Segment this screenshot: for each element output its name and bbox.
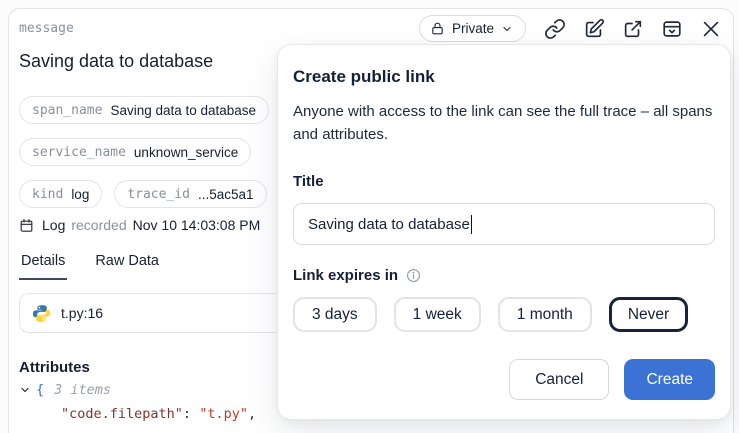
json-open-brace: { [36,382,44,398]
link-title-value: Saving data to database [308,216,470,233]
collapse-chevron-icon[interactable] [19,384,31,396]
json-separator: : [183,406,199,422]
close-icon [700,18,722,40]
text-caret [471,215,473,234]
create-button[interactable]: Create [624,359,715,400]
close-button[interactable] [698,16,724,42]
lock-icon [430,21,445,36]
create-public-link-dialog: Create public link Anyone with access to… [277,44,731,420]
chip-span-name[interactable]: span_name Saving data to database [19,96,269,124]
dialog-title: Create public link [293,67,715,87]
save-view-button[interactable] [659,16,685,42]
link-title-input[interactable]: Saving data to database [293,203,715,245]
open-in-new-button[interactable] [620,16,646,42]
json-trailing-comma: , [248,406,256,422]
edit-button[interactable] [581,16,607,42]
source-file-label: t.py:16 [61,305,103,321]
calendar-icon [19,218,36,233]
recorded-verb: recorded [71,217,126,233]
expires-label-row: Link expires in [293,267,715,284]
copy-link-icon [544,18,566,40]
copy-link-button[interactable] [542,16,568,42]
open-in-new-icon [622,18,644,40]
privacy-label: Private [452,21,494,36]
chevron-down-icon [501,23,513,35]
dialog-description: Anyone with access to the link can see t… [293,101,715,146]
json-value: "t.py" [199,406,248,422]
dialog-actions: Cancel Create [293,359,715,400]
tab-details[interactable]: Details [19,253,67,280]
chip-trace-id[interactable]: trace_id ...5ac5a1 [114,180,266,208]
json-key: "code.filepath" [61,406,183,422]
json-items-count: 3 items [54,382,111,398]
title-field-label: Title [293,173,715,190]
tab-raw-data[interactable]: Raw Data [93,253,161,280]
expiry-option-3-days[interactable]: 3 days [293,297,377,332]
recorded-type: Log [42,217,65,233]
cancel-button[interactable]: Cancel [509,359,609,400]
info-icon[interactable] [406,268,421,283]
panel-toolbar: Private [419,15,724,42]
chip-kind[interactable]: kind log [19,180,102,208]
chip-service-name[interactable]: service_name unknown_service [19,138,251,166]
edit-icon [583,18,605,40]
recorded-timestamp: Nov 10 14:03:08 PM [133,217,261,233]
expiry-options: 3 days 1 week 1 month Never [293,297,715,332]
expiry-option-1-week[interactable]: 1 week [394,297,481,332]
expiry-option-1-month[interactable]: 1 month [498,297,592,332]
save-view-icon [661,18,683,40]
python-icon [32,304,51,323]
expires-label: Link expires in [293,267,398,284]
expiry-option-never[interactable]: Never [609,297,688,332]
privacy-dropdown[interactable]: Private [419,15,526,42]
